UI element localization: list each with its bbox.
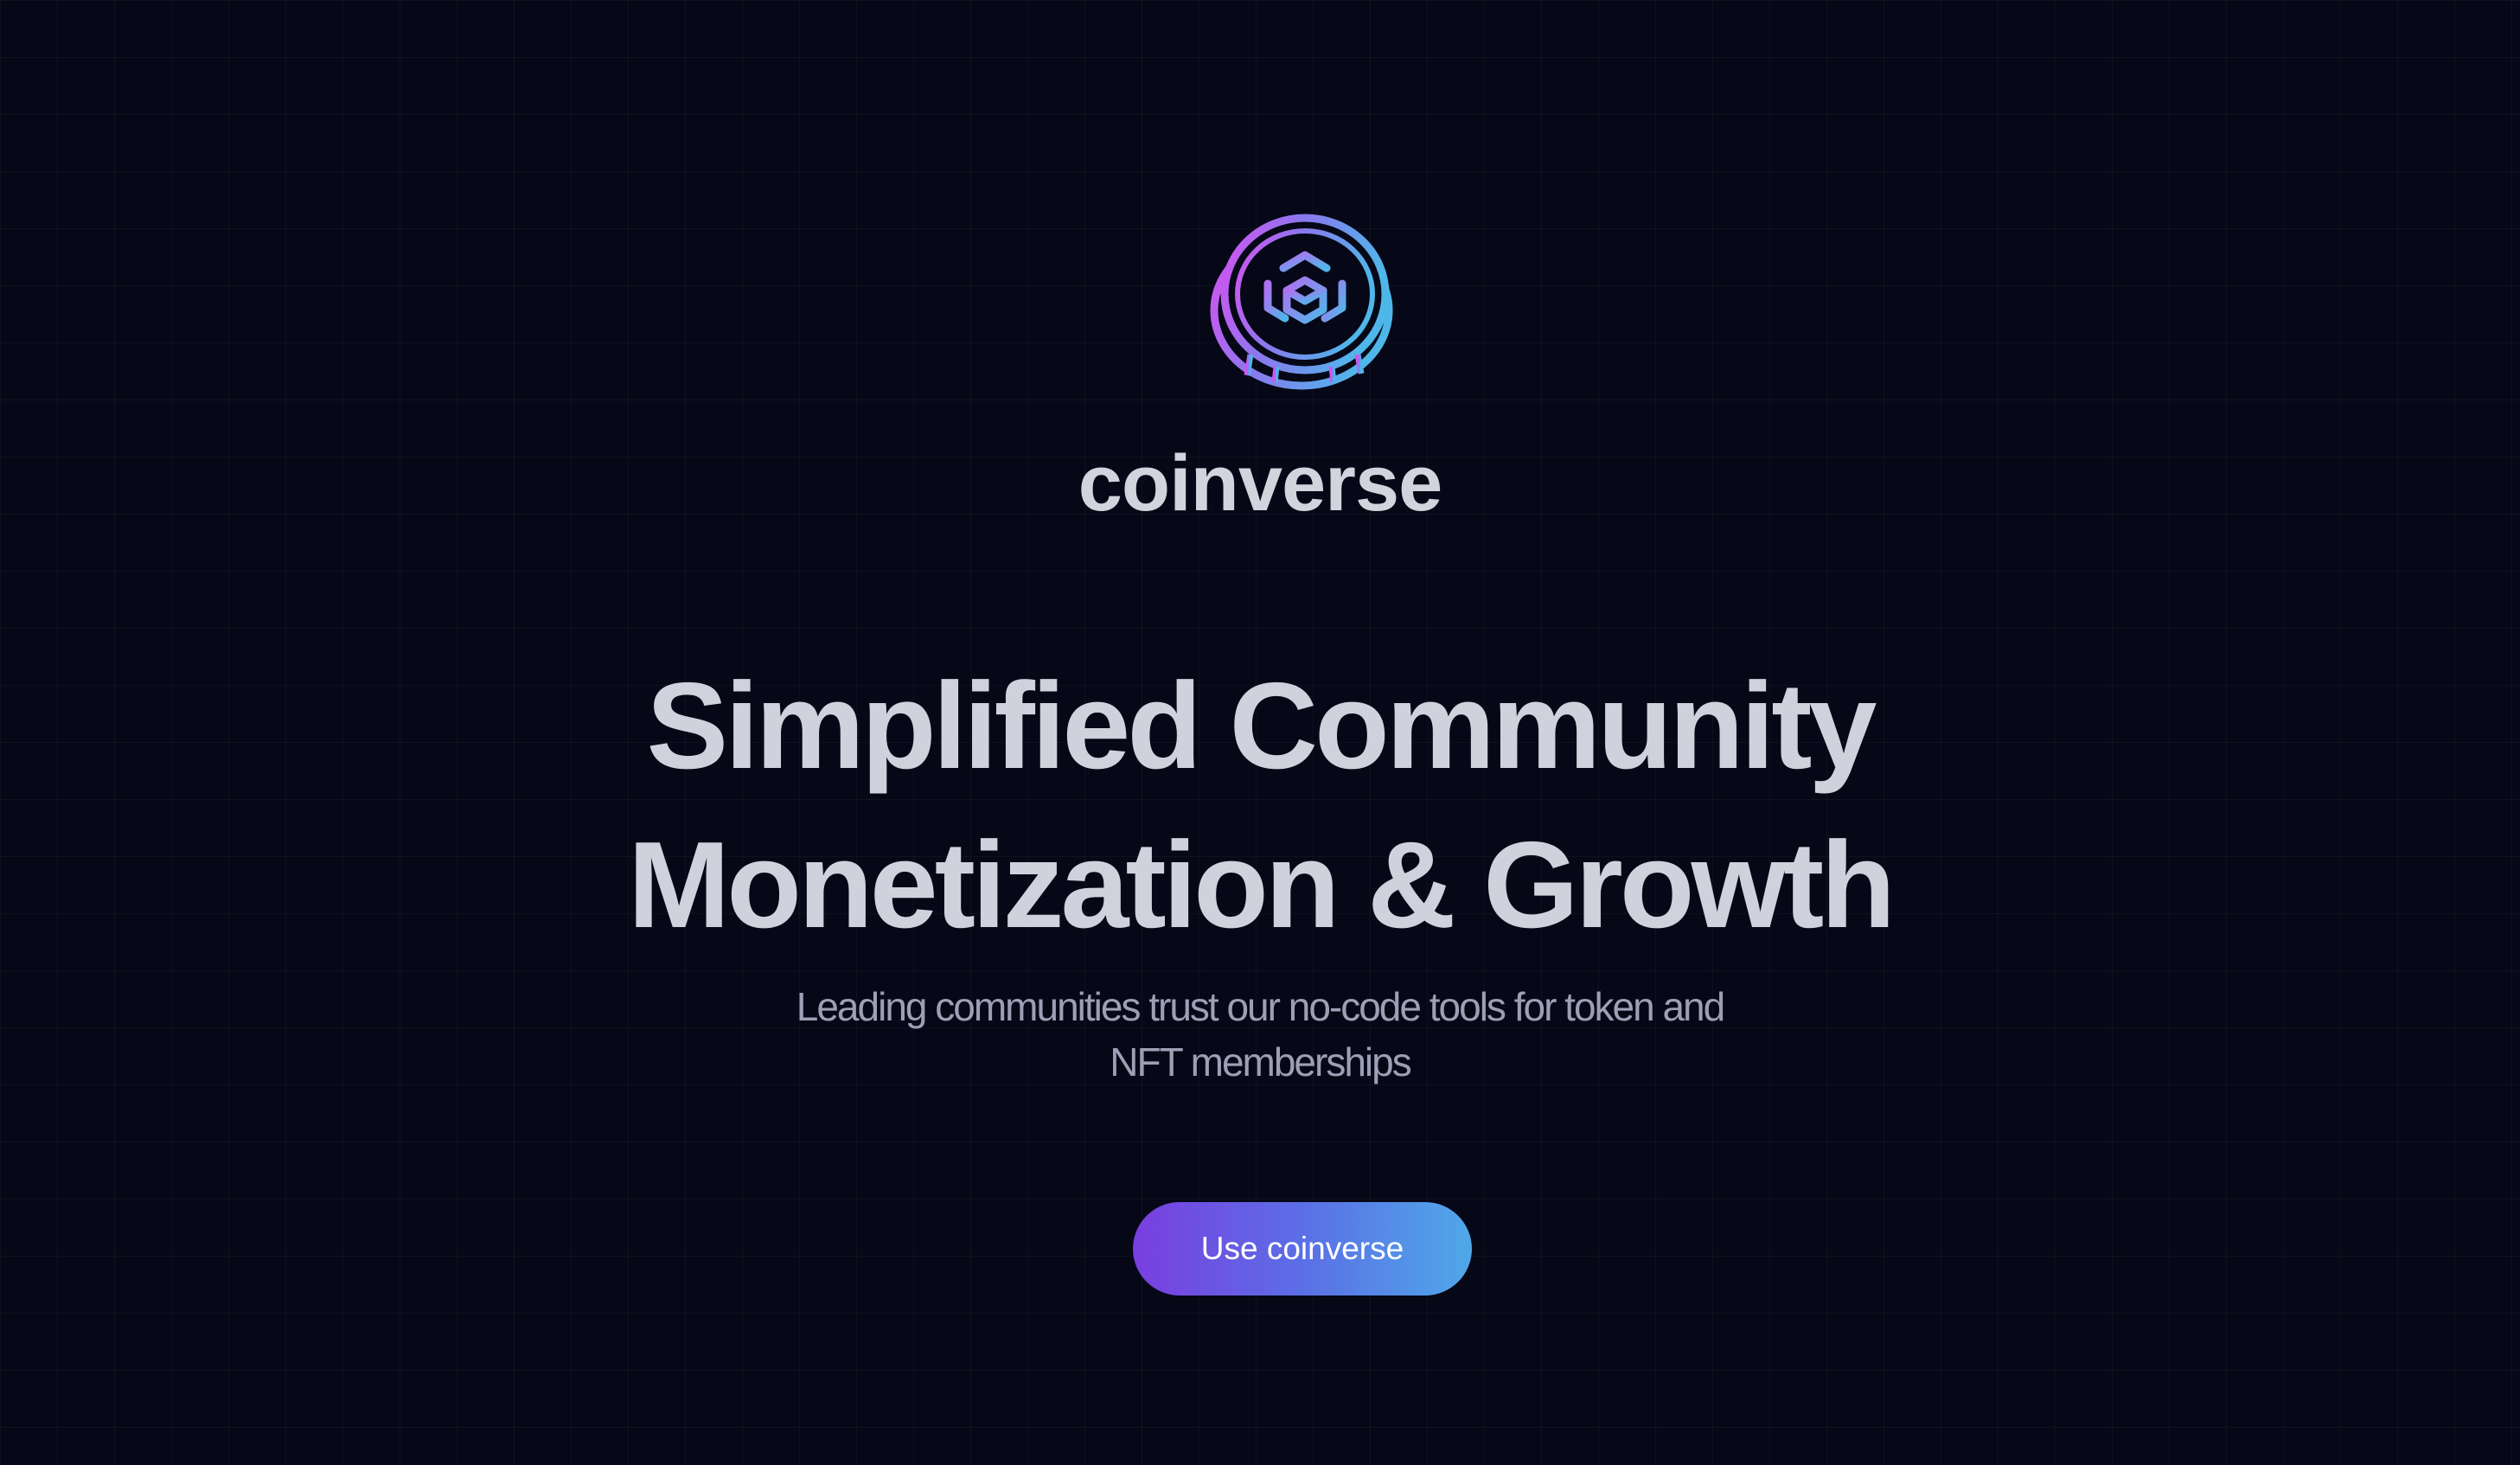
coin-logo-icon [1209,208,1394,393]
use-coinverse-button[interactable]: Use coinverse [1133,1202,1472,1295]
brand-name: coinverse [1078,439,1443,528]
hero-subtitle: Leading communities trust our no-code to… [796,984,1725,1084]
headline-line-1: Simplified Community [646,657,1877,795]
headline-line-2: Monetization & Growth [627,816,1896,954]
hero-headline: Simplified Community Monetization & Grow… [0,647,2520,965]
hero-section: coinverse Simplified Community Monetizat… [0,0,2520,1465]
